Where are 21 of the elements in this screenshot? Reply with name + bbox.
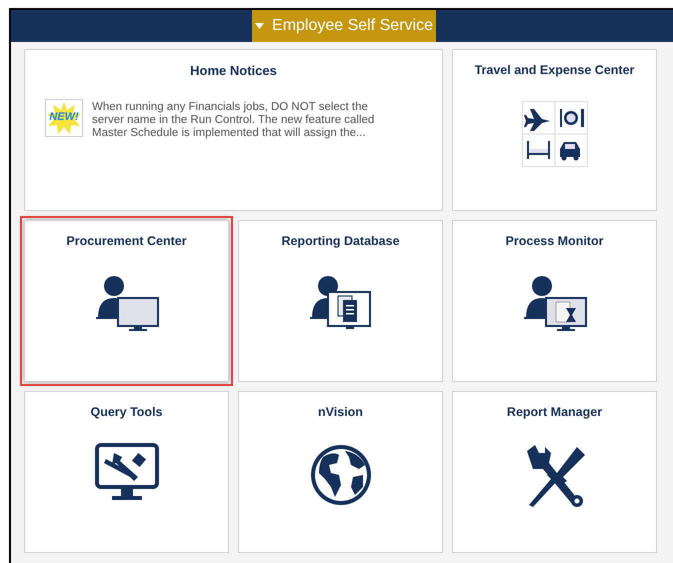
tile-title: Process Monitor [506,233,604,250]
tile-title: Travel and Expense Center [474,62,634,79]
app-tile[interactable]: Travel and Expense Center [452,49,657,211]
notice-text: When running any Financials jobs, DO NOT select the server name in the Run Control. The new feature called Master Schedule is implemented that will assign the... [92,100,376,140]
app-tile[interactable]: Query Tools [24,391,229,553]
tile-title: Procurement Center [66,233,187,250]
app-tile[interactable]: Reporting Database [238,220,443,382]
notice-tile[interactable]: Home Notices NEW! When running any Financials jobs, DO NOT select the server name in the Run Control. The new feature called Master Schedule is implemented that will assign the... [24,49,443,211]
app-tile[interactable]: Process Monitor [452,220,657,382]
tile-title: Report Manager [506,404,602,421]
monitor-tools-icon [94,442,160,503]
tile-title: Reporting Database [281,233,400,250]
tile-title: Home Notices [190,62,277,80]
app-tile[interactable]: Report Manager [452,391,657,553]
new-badge: NEW! [45,98,83,136]
travel-icons-drawing [522,100,588,167]
caret-icon [255,23,264,29]
app-tile[interactable]: nVision [238,391,443,553]
tile-title: nVision [318,404,363,421]
tile-title: Query Tools [90,404,162,421]
globe-icon [308,442,372,507]
